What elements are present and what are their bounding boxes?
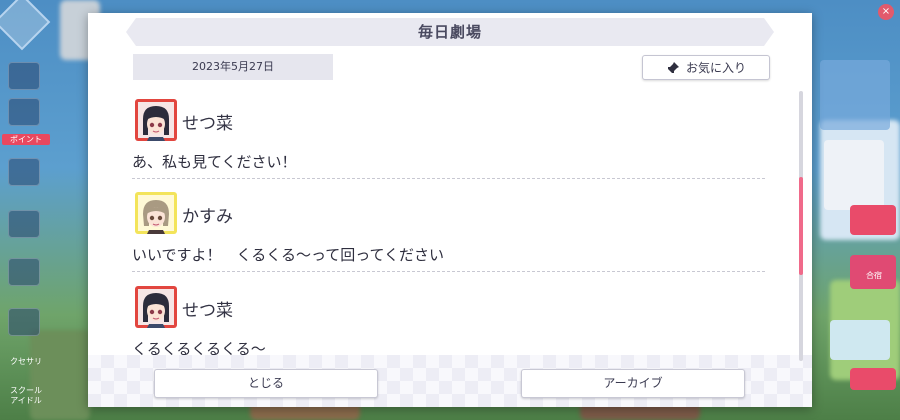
archive-button[interactable]: アーカイブ (521, 369, 745, 398)
message-text: いいですよ！ くるくる～って回ってください (132, 246, 445, 264)
message-divider (132, 271, 765, 272)
sidebar-label-accessory: クセサリ (10, 357, 42, 366)
setsuna-avatar-icon (135, 286, 177, 328)
sidebar-button-1[interactable] (8, 62, 40, 90)
trophy-icon[interactable] (8, 258, 40, 286)
close-icon[interactable]: × (878, 4, 894, 20)
sidebar-button-3[interactable] (8, 210, 40, 238)
daily-theater-dialog: 毎日劇場 2023年5月27日 お気に入り せつ菜 あ、私も見てください！ かす… (88, 13, 812, 407)
camp-label: 合宿 (866, 271, 882, 280)
favorite-button[interactable]: お気に入り (642, 55, 770, 80)
setsuna-avatar-icon (135, 99, 177, 141)
scrollbar-thumb[interactable] (799, 177, 803, 275)
speaker-name: かすみ (182, 207, 233, 227)
left-sidebar: ポイント クセサリ スクール アイドル (0, 0, 52, 420)
scrollbar-track[interactable] (799, 91, 803, 361)
message-text: あ、私も見てください！ (132, 153, 297, 171)
message-divider (132, 178, 765, 179)
pin-icon (666, 61, 680, 75)
close-button[interactable]: とじる (154, 369, 378, 398)
favorite-label: お気に入り (685, 61, 746, 75)
gift-icon[interactable] (8, 158, 40, 186)
dialog-title: 毎日劇場 (126, 18, 774, 46)
sidebar-label-points: ポイント (2, 134, 50, 145)
date-label: 2023年5月27日 (133, 54, 333, 80)
speaker-name: せつ菜 (182, 114, 233, 134)
expand-icon[interactable] (8, 308, 40, 336)
sidebar-button-2[interactable] (8, 98, 40, 126)
speaker-name: せつ菜 (182, 301, 233, 321)
menu-diamond-icon[interactable] (0, 0, 51, 51)
kasumi-avatar-icon (135, 192, 177, 234)
sidebar-label-school-idol: スクール アイドル (10, 386, 42, 405)
right-panel-background: × 合宿 (810, 0, 900, 420)
message-text: くるくるくるくる～ (132, 340, 266, 358)
